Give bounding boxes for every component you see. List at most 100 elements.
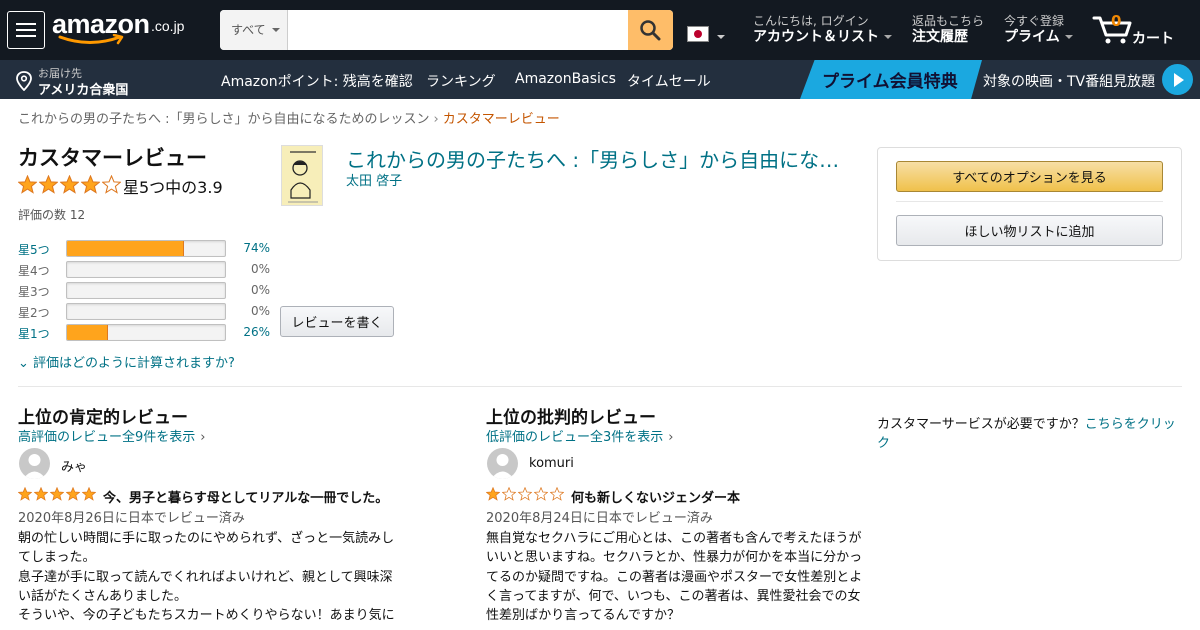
star-icon [65,486,81,501]
product-title[interactable]: これからの男の子たちへ :「男らしさ」から自由になるためのレッスン [346,144,858,173]
review-body: 無自覚なセクハラにご用心とは、この著者も含んで考えたほうが いいと思いますね。セ… [486,529,866,625]
review-body-line: く言ってますが、何で、いつも、この著者は、異性愛社会での女 [486,588,861,604]
critical-reviews-link[interactable]: 低評価のレビュー全3件を表示 › [486,426,673,445]
top-nav: amazon .co.jp すべて こんにちは, ログイン アカウント＆リスト … [0,0,1200,60]
user-icon [491,454,514,479]
positive-reviews-link[interactable]: 高評価のレビュー全9件を表示 › [18,426,205,445]
location-pin-icon [16,71,32,91]
product-author[interactable]: 太田 啓子 [346,170,402,189]
prime-menu[interactable]: 今すぐ登録 プライム [1004,14,1073,46]
menu-bar [16,35,36,37]
review-stars [17,486,98,505]
review-body-line: 性差別ばかり言ってるんですか？ [486,608,680,624]
star-icon [59,174,80,194]
histogram-row[interactable]: 星1つ 26% [18,324,270,342]
histogram-bar [66,282,226,299]
search-bar: すべて [220,10,673,50]
divider [896,201,1163,202]
account-greeting: こんにちは, ログイン [753,14,869,28]
buy-options-box: すべてのオプションを見る ほしい物リストに追加 [877,147,1182,261]
orders-label: 注文履歴 [912,29,968,45]
cart-count: 0 [1111,12,1122,30]
prime-label-text: プライム [1004,29,1060,45]
customer-service-note: カスタマーサービスが必要ですか？こちらをクリック [877,415,1182,453]
chevron-down-icon [717,35,725,39]
write-review-button[interactable]: レビューを書く [280,306,394,337]
points-link[interactable]: Amazonポイント: 残高を確認 [221,71,413,91]
amazonbasics-link[interactable]: AmazonBasics [515,71,616,87]
search-category-label: すべて [231,23,266,37]
how-calculated-text: 評価はどのように計算されますか? [33,356,235,371]
prime-banner-subtitle: 対象の映画・TV番組見放題 [983,74,1156,90]
star-icon [549,486,565,501]
histogram-row: 星2つ 0% [18,303,270,321]
search-input[interactable] [288,10,628,50]
account-label: アカウント＆リスト [753,28,892,46]
histogram-percent: 74% [243,241,270,255]
chevron-down-icon [272,28,280,32]
histogram-bar [66,303,226,320]
customer-service-text: カスタマーサービスが必要ですか？ [877,417,1085,432]
menu-button[interactable] [7,11,45,49]
flag-sun [694,30,702,38]
orders-link[interactable]: 返品もこちら 注文履歴 [912,14,984,46]
histogram-star-label: 星3つ [18,285,50,299]
see-all-options-button[interactable]: すべてのオプションを見る [896,161,1163,192]
star-icon [501,486,517,501]
review-headline[interactable]: 何も新しくないジェンダー本 [571,487,740,506]
histogram-bar [66,261,226,278]
smile-icon [58,34,124,45]
avatar[interactable] [19,448,50,479]
positive-reviews-heading: 上位の肯定的レビュー [18,408,188,428]
play-triangle [1174,73,1184,87]
histogram-percent: 0% [250,283,270,297]
reviewer-name[interactable]: komuri [529,456,574,471]
prime-video-banner[interactable]: プライム会員特典 対象の映画・TV番組見放題 [800,60,1200,99]
review-body-line: てしまった。 [18,550,96,566]
search-button[interactable] [628,10,673,50]
review-body-line: てるのか疑問ですね。この著者は漫画やポスターで女性差別とよ [486,569,863,585]
histogram-percent: 0% [250,262,270,276]
review-date: 2020年8月24日に日本でレビュー済み [486,511,713,526]
chevron-right-icon: › [668,430,674,445]
breadcrumb-book[interactable]: これからの男の子たちへ :「男らしさ」から自由になるためのレッスン [18,112,430,127]
logo-tld: .co.jp [151,18,185,34]
histogram-star-label: 星5つ [18,243,50,257]
reviewer-name[interactable]: みゃ [61,456,87,475]
avatar[interactable] [487,448,518,479]
star-icon [17,174,38,194]
histogram-star-label: 星1つ [18,327,50,341]
review-headline[interactable]: 今、男子と暮らす母としてリアルな一冊でした。 [103,487,388,506]
search-category-select[interactable]: すべて [220,10,288,50]
star-icon [80,174,101,194]
timesale-link[interactable]: タイムセール [627,71,711,91]
account-lists-menu[interactable]: こんにちは, ログイン アカウント＆リスト [753,14,892,46]
star-icon [33,486,49,501]
menu-bar [16,29,36,31]
prime-banner-title: プライム会員特典 [822,72,958,92]
breadcrumb-current: カスタマーレビュー [442,112,560,127]
amazon-logo[interactable]: amazon .co.jp [52,9,192,49]
review-body-line: 息子達が手に取って読んでくれればよいけれど、親として興味深 [18,569,393,585]
how-calculated-link[interactable]: ⌄ 評価はどのように計算されますか? [18,352,235,371]
review-body-line: いいと思いますね。セクハラとか、性暴力が何かを本当に分かっ [486,550,863,566]
deliver-country: アメリカ合衆国 [38,83,129,98]
japan-flag-icon[interactable] [687,26,709,42]
star-icon [49,486,65,501]
breadcrumb-separator: › [433,112,439,127]
book-cover-image [282,146,322,205]
star-icon [101,174,122,194]
histogram-bar-fill [67,325,109,340]
cart-button[interactable]: 0 カート [1092,10,1182,50]
histogram-row[interactable]: 星5つ 74% [18,240,270,258]
account-label-text: アカウント＆リスト [753,29,879,45]
product-thumbnail[interactable] [281,145,323,206]
prime-line1: 今すぐ登録 [1004,14,1065,28]
add-to-wishlist-button[interactable]: ほしい物リストに追加 [896,215,1163,246]
review-body-line: 無自覚なセクハラにご用心とは、この著者も含んで考えたほうが [486,531,862,546]
rating-count: 評価の数 12 [18,208,86,222]
histogram-bar-fill [67,241,184,256]
cart-label: カート [1132,31,1174,47]
ranking-link[interactable]: ランキング [426,71,496,91]
play-icon [1162,64,1193,95]
